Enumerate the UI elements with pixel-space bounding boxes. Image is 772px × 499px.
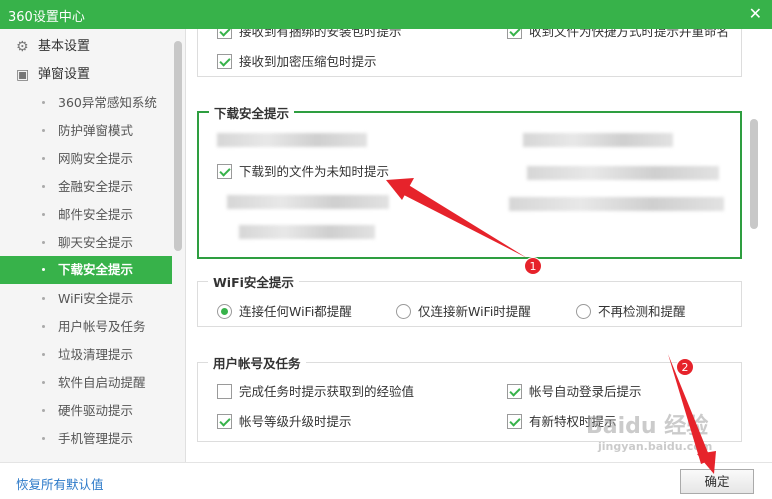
checkbox-label: 接收到有捆绑的安装包时提示: [239, 29, 402, 39]
checkbox-label: 完成任务时提示获取到的经验值: [239, 384, 415, 399]
sidebar-item-popup-mode[interactable]: 防护弹窗模式: [0, 117, 172, 145]
wifi-remind-all-radio[interactable]: 连接任何WiFi都提醒: [217, 303, 352, 321]
radio-label: 连接任何WiFi都提醒: [239, 304, 352, 319]
sidebar-item-label: 防护弹窗模式: [58, 123, 134, 138]
bullet-icon: [42, 157, 45, 160]
bullet-icon: [42, 297, 45, 300]
sidebar-category-basic[interactable]: ⚙ 基本设置: [0, 33, 172, 61]
sidebar-item-label: 网购安全提示: [58, 151, 134, 166]
bullet-icon: [42, 213, 45, 216]
close-icon[interactable]: ✕: [749, 4, 762, 23]
sidebar-item-label: 邮件安全提示: [58, 207, 134, 222]
blurred-option: [527, 166, 719, 180]
gear-icon: ⚙: [16, 39, 29, 55]
blurred-option: [509, 197, 724, 211]
bullet-icon: [42, 241, 45, 244]
sidebar-item-cleanup[interactable]: 垃圾清理提示: [0, 341, 172, 369]
annotation-badge-1: 1: [524, 257, 542, 275]
radio-icon: [576, 304, 591, 319]
bullet-icon: [42, 101, 45, 104]
blurred-option: [239, 225, 375, 239]
level-up-checkbox[interactable]: 帐号等级升级时提示: [217, 413, 352, 431]
shortcut-file-checkbox[interactable]: 收到文件为快捷方式时提示并重命名: [507, 29, 729, 41]
auto-login-checkbox[interactable]: 帐号自动登录后提示: [507, 383, 642, 401]
sidebar-item-autostart[interactable]: 软件自启动提醒: [0, 369, 172, 397]
blurred-option: [217, 133, 367, 147]
sidebar-item-label: 垃圾清理提示: [58, 347, 134, 362]
sidebar-item-label: 金融安全提示: [58, 179, 134, 194]
baidu-watermark-url: jingyan.baidu.com: [598, 440, 713, 453]
checkbox-label: 帐号等级升级时提示: [239, 414, 352, 429]
task-exp-checkbox[interactable]: 完成任务时提示获取到的经验值: [217, 383, 414, 401]
bullet-icon: [42, 268, 45, 271]
checkbox-label: 接收到加密压缩包时提示: [239, 54, 377, 69]
sidebar-category-label: 弹窗设置: [38, 67, 91, 82]
checkbox-label: 下载到的文件为未知时提示: [239, 164, 390, 179]
sidebar-item-download[interactable]: 下载安全提示: [0, 256, 172, 284]
bullet-icon: [42, 185, 45, 188]
bullet-icon: [42, 129, 45, 132]
sidebar-item-label: WiFi安全提示: [58, 291, 134, 306]
group-title: WiFi安全提示: [208, 272, 299, 291]
restore-defaults-link[interactable]: 恢复所有默认值: [16, 474, 104, 493]
sidebar-item-finance[interactable]: 金融安全提示: [0, 173, 172, 201]
radio-icon: [396, 304, 411, 319]
title-bar: 360设置中心 ✕: [0, 0, 772, 29]
wifi-no-check-radio[interactable]: 不再检测和提醒: [576, 303, 686, 321]
content-scrollbar[interactable]: [750, 119, 758, 229]
sidebar-item-label: 用户帐号及任务: [58, 319, 146, 334]
baidu-watermark-logo: Baidu 经验: [586, 414, 709, 439]
blurred-option: [523, 133, 673, 147]
unknown-file-checkbox[interactable]: 下载到的文件为未知时提示: [217, 163, 389, 181]
window-title: 360设置中心: [8, 10, 85, 25]
bullet-icon: [42, 325, 45, 328]
checkbox-icon: [507, 29, 522, 39]
sidebar-item-label: 下载安全提示: [58, 262, 134, 277]
sidebar-item-label: 360异常感知系统: [58, 95, 157, 110]
checkbox-icon: [217, 29, 232, 39]
radio-icon: [217, 304, 232, 319]
sidebar-item-wifi[interactable]: WiFi安全提示: [0, 285, 172, 313]
sidebar-category-popup[interactable]: ▣ 弹窗设置: [0, 61, 172, 89]
sidebar-item-phone[interactable]: 手机管理提示: [0, 425, 172, 453]
radio-label: 不再检测和提醒: [598, 304, 686, 319]
checkbox-icon: [217, 164, 232, 179]
sidebar: ⚙ 基本设置 ▣ 弹窗设置 360异常感知系统 防护弹窗模式 网购安全提示 金融…: [0, 29, 186, 462]
bundle-installer-checkbox[interactable]: 接收到有捆绑的安装包时提示: [217, 29, 402, 41]
checkbox-icon: [217, 54, 232, 69]
sidebar-item-shopping[interactable]: 网购安全提示: [0, 145, 172, 173]
sidebar-item-mail[interactable]: 邮件安全提示: [0, 201, 172, 229]
sidebar-item-label: 聊天安全提示: [58, 235, 134, 250]
annotation-badge-2: 2: [676, 358, 694, 376]
checkbox-icon: [507, 414, 522, 429]
sidebar-item-account[interactable]: 用户帐号及任务: [0, 313, 172, 341]
checkbox-icon: [217, 384, 232, 399]
bullet-icon: [42, 437, 45, 440]
wifi-remind-new-radio[interactable]: 仅连接新WiFi时提醒: [396, 303, 531, 321]
encrypted-archive-checkbox[interactable]: 接收到加密压缩包时提示: [217, 53, 377, 71]
checkbox-icon: [507, 384, 522, 399]
bullet-icon: [42, 353, 45, 356]
radio-label: 仅连接新WiFi时提醒: [418, 304, 531, 319]
sidebar-item-label: 手机管理提示: [58, 431, 134, 446]
window-icon: ▣: [16, 67, 30, 83]
ok-button[interactable]: 确定: [680, 469, 754, 494]
group-title: 用户帐号及任务: [208, 353, 306, 372]
checkbox-label: 帐号自动登录后提示: [529, 384, 642, 399]
bullet-icon: [42, 409, 45, 412]
sidebar-scrollbar[interactable]: [174, 41, 182, 251]
sidebar-item-label: 硬件驱动提示: [58, 403, 134, 418]
bullet-icon: [42, 381, 45, 384]
settings-panel: 接收到有捆绑的安装包时提示 收到文件为快捷方式时提示并重命名 接收到加密压缩包时…: [187, 29, 772, 462]
sidebar-item-anomaly[interactable]: 360异常感知系统: [0, 89, 172, 117]
sidebar-category-label: 基本设置: [38, 39, 91, 54]
footer-bar: 恢复所有默认值 确定: [0, 462, 772, 499]
checkbox-label: 收到文件为快捷方式时提示并重命名: [529, 29, 730, 39]
sidebar-item-driver[interactable]: 硬件驱动提示: [0, 397, 172, 425]
blurred-option: [227, 195, 389, 209]
sidebar-item-chat[interactable]: 聊天安全提示: [0, 229, 172, 257]
group-title: 下载安全提示: [209, 103, 295, 122]
checkbox-icon: [217, 414, 232, 429]
sidebar-item-label: 软件自启动提醒: [58, 375, 146, 390]
